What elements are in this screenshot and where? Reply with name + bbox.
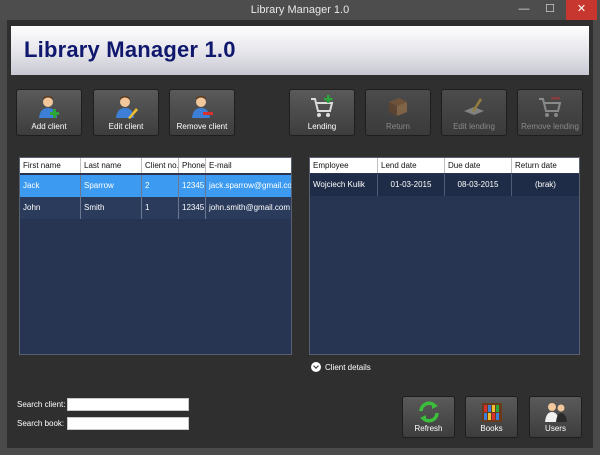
cell-email: jack.sparrow@gmail.com	[209, 181, 291, 190]
edit-lending-label: Edit lending	[453, 122, 495, 131]
column-email[interactable]: E-mail	[206, 158, 291, 173]
search-client-label: Search client:	[17, 400, 66, 409]
remove-client-button[interactable]: Remove client	[169, 89, 235, 136]
client-details-label: Client details	[325, 363, 371, 372]
clients-table[interactable]: First name Last name Client no. Phone E-…	[19, 157, 292, 355]
chevron-down-icon	[311, 362, 321, 372]
cell-client-no: 2	[142, 175, 179, 197]
cell-client-no: 1	[142, 197, 179, 219]
column-return-date[interactable]: Return date	[512, 158, 579, 173]
app-header: Library Manager 1.0	[11, 26, 589, 75]
column-first-name[interactable]: First name	[20, 158, 81, 173]
table-row[interactable]: Wojciech Kulik 01-03-2015 08-03-2015 (br…	[310, 174, 579, 196]
search-book-label: Search book:	[17, 419, 65, 428]
window-title: Library Manager 1.0	[250, 4, 350, 16]
cell-first-name: John	[20, 197, 81, 219]
refresh-icon	[403, 400, 454, 424]
remove-lending-button[interactable]: Remove lending	[517, 89, 583, 136]
books-label: Books	[480, 424, 503, 433]
cell-phone: 12345	[179, 197, 206, 219]
search-book-input[interactable]	[67, 417, 189, 430]
column-employee[interactable]: Employee	[310, 158, 378, 173]
close-button[interactable]: ✕	[566, 0, 597, 20]
column-phone[interactable]: Phone	[179, 158, 206, 173]
edit-client-label: Edit client	[108, 122, 144, 131]
column-client-no[interactable]: Client no.	[142, 158, 179, 173]
lending-button[interactable]: Lending	[289, 89, 355, 136]
books-button[interactable]: Books	[465, 396, 518, 438]
lendings-table-header: Employee Lend date Due date Return date	[310, 158, 579, 173]
remove-lending-icon	[518, 94, 582, 120]
return-book-icon	[366, 94, 430, 120]
edit-client-icon	[94, 94, 158, 120]
users-label: Users	[545, 424, 566, 433]
edit-lending-button[interactable]: Edit lending	[441, 89, 507, 136]
edit-lending-icon	[442, 94, 506, 120]
users-button[interactable]: Users	[529, 396, 582, 438]
add-client-icon	[17, 94, 81, 120]
remove-client-icon	[170, 94, 234, 120]
maximize-button[interactable]: ☐	[538, 0, 562, 20]
edit-client-button[interactable]: Edit client	[93, 89, 159, 136]
remove-lending-label: Remove lending	[521, 122, 579, 131]
refresh-label: Refresh	[414, 424, 443, 433]
users-icon	[530, 400, 581, 424]
remove-client-label: Remove client	[176, 122, 228, 131]
cell-employee: Wojciech Kulik	[310, 174, 378, 196]
add-client-button[interactable]: Add client	[16, 89, 82, 136]
main-window: Library Manager 1.0 Add client Edit clie…	[7, 20, 593, 448]
lending-cart-icon	[290, 94, 354, 120]
cell-last-name: Smith	[81, 197, 142, 219]
add-client-label: Add client	[31, 122, 67, 131]
column-lend-date[interactable]: Lend date	[378, 158, 445, 173]
refresh-button[interactable]: Refresh	[402, 396, 455, 438]
cell-lend-date: 01-03-2015	[378, 174, 445, 196]
return-label: Return	[385, 122, 410, 131]
cell-last-name: Sparrow	[81, 175, 142, 197]
search-client-input[interactable]	[67, 398, 189, 411]
table-row[interactable]: Jack Sparrow 2 12345 jack.sparrow@gmail.…	[20, 175, 291, 197]
lending-label: Lending	[307, 122, 337, 131]
column-due-date[interactable]: Due date	[445, 158, 512, 173]
return-button[interactable]: Return	[365, 89, 431, 136]
table-row[interactable]: John Smith 1 12345 john.smith@gmail.com	[20, 197, 291, 219]
cell-email: john.smith@gmail.com	[209, 203, 291, 212]
lendings-table[interactable]: Employee Lend date Due date Return date …	[309, 157, 580, 355]
title-bar: Library Manager 1.0 — ☐ ✕	[0, 0, 600, 20]
cell-due-date: 08-03-2015	[445, 174, 512, 196]
cell-return-date: (brak)	[535, 180, 556, 189]
app-title: Library Manager 1.0	[24, 37, 236, 62]
column-last-name[interactable]: Last name	[81, 158, 142, 173]
cell-phone: 12345	[179, 175, 206, 197]
minimize-button[interactable]: —	[512, 0, 536, 20]
clients-table-header: First name Last name Client no. Phone E-…	[20, 158, 291, 173]
cell-first-name: Jack	[20, 175, 81, 197]
books-icon	[466, 400, 517, 424]
